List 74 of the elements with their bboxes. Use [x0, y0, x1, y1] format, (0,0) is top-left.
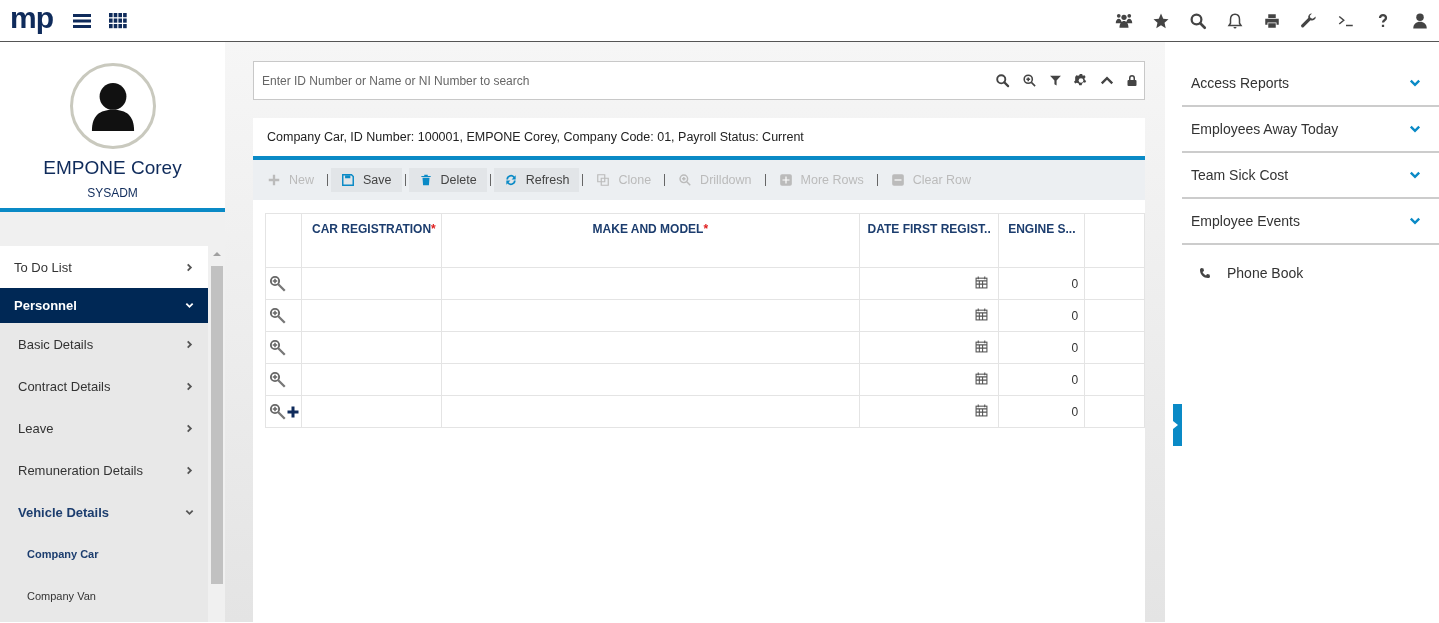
plus-icon [267, 173, 281, 187]
profile-role: SYSADM [87, 186, 138, 200]
panel-section-header[interactable]: Employees Away Today [1182, 107, 1439, 153]
nav-item[interactable]: Contract Details [0, 365, 208, 407]
printer-icon[interactable] [1263, 11, 1281, 30]
calendar-icon[interactable] [975, 307, 989, 321]
key-search-icon[interactable] [269, 338, 287, 357]
table-cell: 0 [1071, 308, 1079, 323]
search-icon[interactable] [995, 73, 1010, 88]
phone-icon [1199, 267, 1211, 279]
column-header[interactable]: MAKE AND MODEL* [441, 213, 860, 268]
people-icon[interactable] [1115, 11, 1133, 30]
chevron-icon [185, 381, 194, 391]
key-search-icon[interactable] [269, 370, 287, 389]
table-cell: 0 [1071, 340, 1079, 355]
column-header[interactable]: DATE FIRST REGIST.. [859, 213, 999, 268]
toolbar-button[interactable]: Save [331, 168, 402, 192]
apps-grid-icon[interactable] [109, 12, 127, 29]
filter-icon[interactable] [1049, 73, 1062, 88]
nav-item[interactable]: Basic Details [0, 323, 208, 365]
phone-book-link[interactable]: Phone Book [1227, 265, 1304, 281]
chevron-icon [1409, 169, 1421, 181]
chevron-icon [1409, 215, 1421, 227]
nav-item[interactable]: Personnel [0, 288, 208, 323]
table-cell: 0 [1071, 372, 1079, 387]
nav-item[interactable]: Company Van [0, 575, 208, 617]
panel-section-header[interactable]: Team Sick Cost [1182, 153, 1439, 199]
chevron-icon [185, 465, 194, 475]
nav-item[interactable]: Company Car [0, 533, 208, 575]
zoom-in-icon [678, 173, 693, 187]
nav-item[interactable]: Remuneration Details [0, 449, 208, 491]
minus-square-icon [890, 173, 905, 187]
wrench-icon[interactable] [1300, 11, 1318, 30]
plus-square-icon [778, 173, 793, 187]
copy-icon [596, 173, 611, 187]
calendar-icon[interactable] [975, 275, 989, 289]
breadcrumb: Company Car, ID Number: 100001, EMPONE Corey, Company Code: 01, Payroll Status: Current [253, 118, 1145, 160]
logo[interactable]: mp [10, 2, 53, 33]
zoom-in-icon[interactable] [1022, 73, 1037, 88]
settings-icon[interactable] [1074, 73, 1088, 88]
key-search-icon[interactable] [269, 274, 287, 293]
key-search-icon[interactable] [269, 306, 287, 325]
search-bar[interactable]: Enter ID Number or Name or NI Number to search [253, 61, 1145, 100]
user-icon[interactable] [1411, 11, 1429, 30]
nav-item[interactable]: Leave [0, 407, 208, 449]
calendar-icon[interactable] [975, 371, 989, 385]
key-search-icon[interactable] [269, 402, 287, 421]
nav-item[interactable]: To Do List [0, 246, 208, 288]
panel-toggle-handle[interactable] [1173, 404, 1182, 446]
profile-name: EMPONE Corey [43, 157, 182, 179]
refresh-icon [503, 173, 518, 187]
toolbar-button[interactable]: Delete [408, 168, 487, 192]
trash-icon [418, 173, 433, 187]
chevron-icon [185, 262, 194, 272]
panel-section-header[interactable]: Access Reports [1182, 61, 1439, 107]
nav-item[interactable]: Vehicle Details [0, 491, 208, 533]
table-cell: 0 [1071, 276, 1079, 291]
calendar-icon[interactable] [975, 339, 989, 353]
add-row-icon[interactable] [287, 405, 299, 418]
column-header[interactable]: ENGINE S... [998, 213, 1085, 268]
search-icon[interactable] [1189, 11, 1207, 30]
chevron-icon [185, 423, 194, 433]
calendar-icon[interactable] [975, 403, 989, 417]
panel-section-header[interactable]: Employee Events [1182, 199, 1439, 245]
table-cell: 0 [1071, 404, 1079, 419]
lock-icon[interactable] [1126, 73, 1138, 88]
chevron-icon [185, 339, 194, 349]
toolbar-button[interactable]: Refresh [493, 168, 580, 192]
bell-icon[interactable] [1226, 11, 1244, 30]
chevron-icon [1409, 123, 1421, 135]
column-header[interactable]: CAR REGISTRATION* [301, 213, 442, 268]
menu-icon[interactable] [73, 12, 91, 29]
chevron-icon [185, 301, 194, 310]
chevron-icon [1409, 77, 1421, 89]
